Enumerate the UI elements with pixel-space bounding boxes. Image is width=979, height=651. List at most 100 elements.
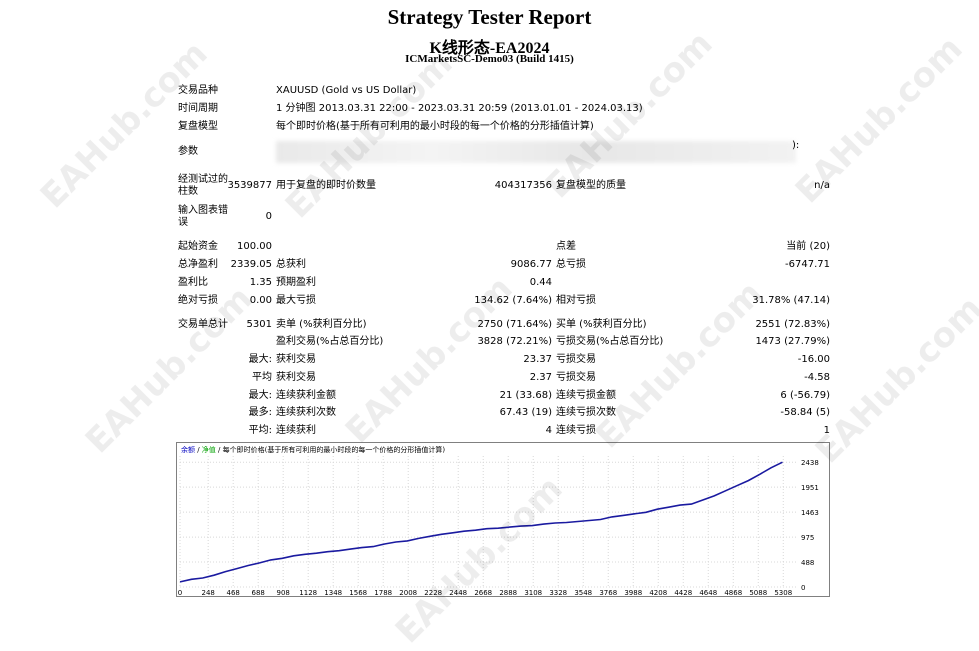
avg-cons-losses-value: 1 [823,425,830,436]
avg-cons-losses-label: 连续亏损 [556,425,596,436]
max-cons-wins-label: 连续获利金额 [276,390,336,401]
x-tick-label: 688 [252,589,265,597]
avg-loss-value: -4.58 [804,372,830,383]
avg-cons-wins-value: 4 [545,425,552,436]
largest-loss-value: -16.00 [797,354,830,365]
x-tick-label: 4208 [649,589,667,597]
max-drawdown-value: 134.62 (7.64%) [474,295,552,306]
avg-profit-value: 2.37 [529,372,552,383]
legend-equity: 净值 [202,445,216,454]
x-tick-label: 1348 [324,589,342,597]
x-tick-label: 3328 [549,589,567,597]
spread-label: 点差 [556,241,576,252]
ticks-label: 用于复盘的即时价数量 [276,180,376,191]
x-tick-label: 1788 [374,589,392,597]
max-cons-loss-label: 连续亏损次数 [556,407,616,418]
x-tick-label: 2008 [399,589,417,597]
errors-value: 0 [265,211,272,222]
gross-loss-value: -6747.71 [785,259,830,270]
expected-payoff-label: 预期盈利 [276,277,316,288]
rel-drawdown-label: 相对亏损 [556,295,596,306]
max-cons-losses-label: 连续亏损金额 [556,390,616,401]
x-tick-label: 2448 [449,589,467,597]
x-tick-label: 3988 [624,589,642,597]
most-label: 最多: [248,407,272,418]
gross-profit-label: 总获利 [276,259,306,270]
gross-loss-label: 总亏损 [556,259,586,270]
symbol-value: XAUUSD (Gold vs US Dollar) [276,85,417,96]
watermark: EAHub.com [807,288,979,472]
chart-legend: 余额 / 净值 / 每个即时价格(基于所有可利用的最小时段的每一个价格的分形插值… [181,445,445,454]
errors-label: 输入图表错误 [178,205,228,228]
deposit-value: 100.00 [237,241,272,252]
largest-label: 最大: [248,354,272,365]
largest-profit-label: 获利交易 [276,354,316,365]
chart-frame [176,442,830,597]
x-tick-label: 5088 [749,589,767,597]
expected-payoff-value: 0.44 [529,277,552,288]
avg2-label: 平均: [248,425,272,436]
y-tick-label: 1463 [801,509,819,517]
quality-value: n/a [814,180,830,191]
symbol-label: 交易品种 [178,85,218,96]
x-tick-label: 3108 [524,589,542,597]
long-value: 2551 (72.83%) [755,319,830,330]
y-tick-label: 488 [801,559,814,567]
max-cons-losses-value: 6 (-56.79) [780,390,830,401]
short-label: 卖单 (%获利百分比) [276,319,367,330]
ticks-value: 404317356 [494,180,552,191]
long-label: 买单 (%获利百分比) [556,319,647,330]
largest-loss-label: 亏损交易 [556,354,596,365]
max-cons-loss-value: -58.84 (5) [780,407,830,418]
y-tick-label: 2438 [801,459,819,467]
loss-trades-value: 1473 (27.79%) [755,336,830,347]
net-profit-value: 2339.05 [230,259,272,270]
avg-cons-wins-label: 连续获利 [276,425,316,436]
y-tick-label: 1951 [801,484,819,492]
server-info: ICMarketsSC-Demo03 (Build 1415) [405,53,574,65]
x-tick-label: 2228 [424,589,442,597]
x-tick-label: 4868 [724,589,742,597]
profit-trades-label: 盈利交易(%占总百分比) [276,336,384,347]
x-tick-label: 3548 [574,589,592,597]
quality-label: 复盘模型的质量 [556,180,626,191]
average-label: 平均 [252,372,272,383]
balance-chart: 余额 / 净值 / 每个即时价格(基于所有可利用的最小时段的每一个价格的分形插值… [176,442,830,597]
model-label: 复盘模型 [178,121,218,132]
max-label: 最大: [248,390,272,401]
x-tick-label: 3768 [599,589,617,597]
max-drawdown-label: 最大亏损 [276,295,316,306]
x-tick-label: 4428 [674,589,692,597]
bars-label: 经测试过的柱数 [178,174,228,197]
avg-profit-label: 获利交易 [276,372,316,383]
x-tick-label: 1128 [299,589,317,597]
x-tick-label: 0 [178,589,182,597]
avg-loss-label: 亏损交易 [556,372,596,383]
max-cons-profit-value: 67.43 (19) [499,407,552,418]
x-tick-label: 468 [227,589,240,597]
y-tick-label: 0 [801,584,805,592]
x-tick-label: 908 [277,589,290,597]
rel-drawdown-value: 31.78% (47.14) [752,295,830,306]
profit-factor-label: 盈利比 [178,277,208,288]
x-tick-label: 5308 [774,589,792,597]
x-tick-label: 4648 [699,589,717,597]
abs-drawdown-value: 0.00 [249,295,272,306]
legend-balance: 余额 [181,445,195,454]
profit-trades-value: 3828 (72.21%) [477,336,552,347]
x-tick-label: 1568 [349,589,367,597]
watermark: EAHub.com [277,43,461,227]
abs-drawdown-label: 绝对亏损 [178,295,218,306]
period-label: 时间周期 [178,103,218,114]
gross-profit-value: 9086.77 [510,259,552,270]
y-tick-label: 975 [801,534,814,542]
loss-trades-label: 亏损交易(%占总百分比) [556,336,664,347]
profit-factor-value: 1.35 [249,277,272,288]
model-value: 每个即时价格(基于所有可利用的最小时段的每一个价格的分形插值计算) [276,121,594,132]
deposit-label: 起始资金 [178,241,218,252]
params-blurred [276,141,796,163]
x-tick-label: 2668 [474,589,492,597]
x-tick-label: 2888 [499,589,517,597]
params-label: 参数 [178,146,198,157]
params-tail: ): [792,140,800,151]
